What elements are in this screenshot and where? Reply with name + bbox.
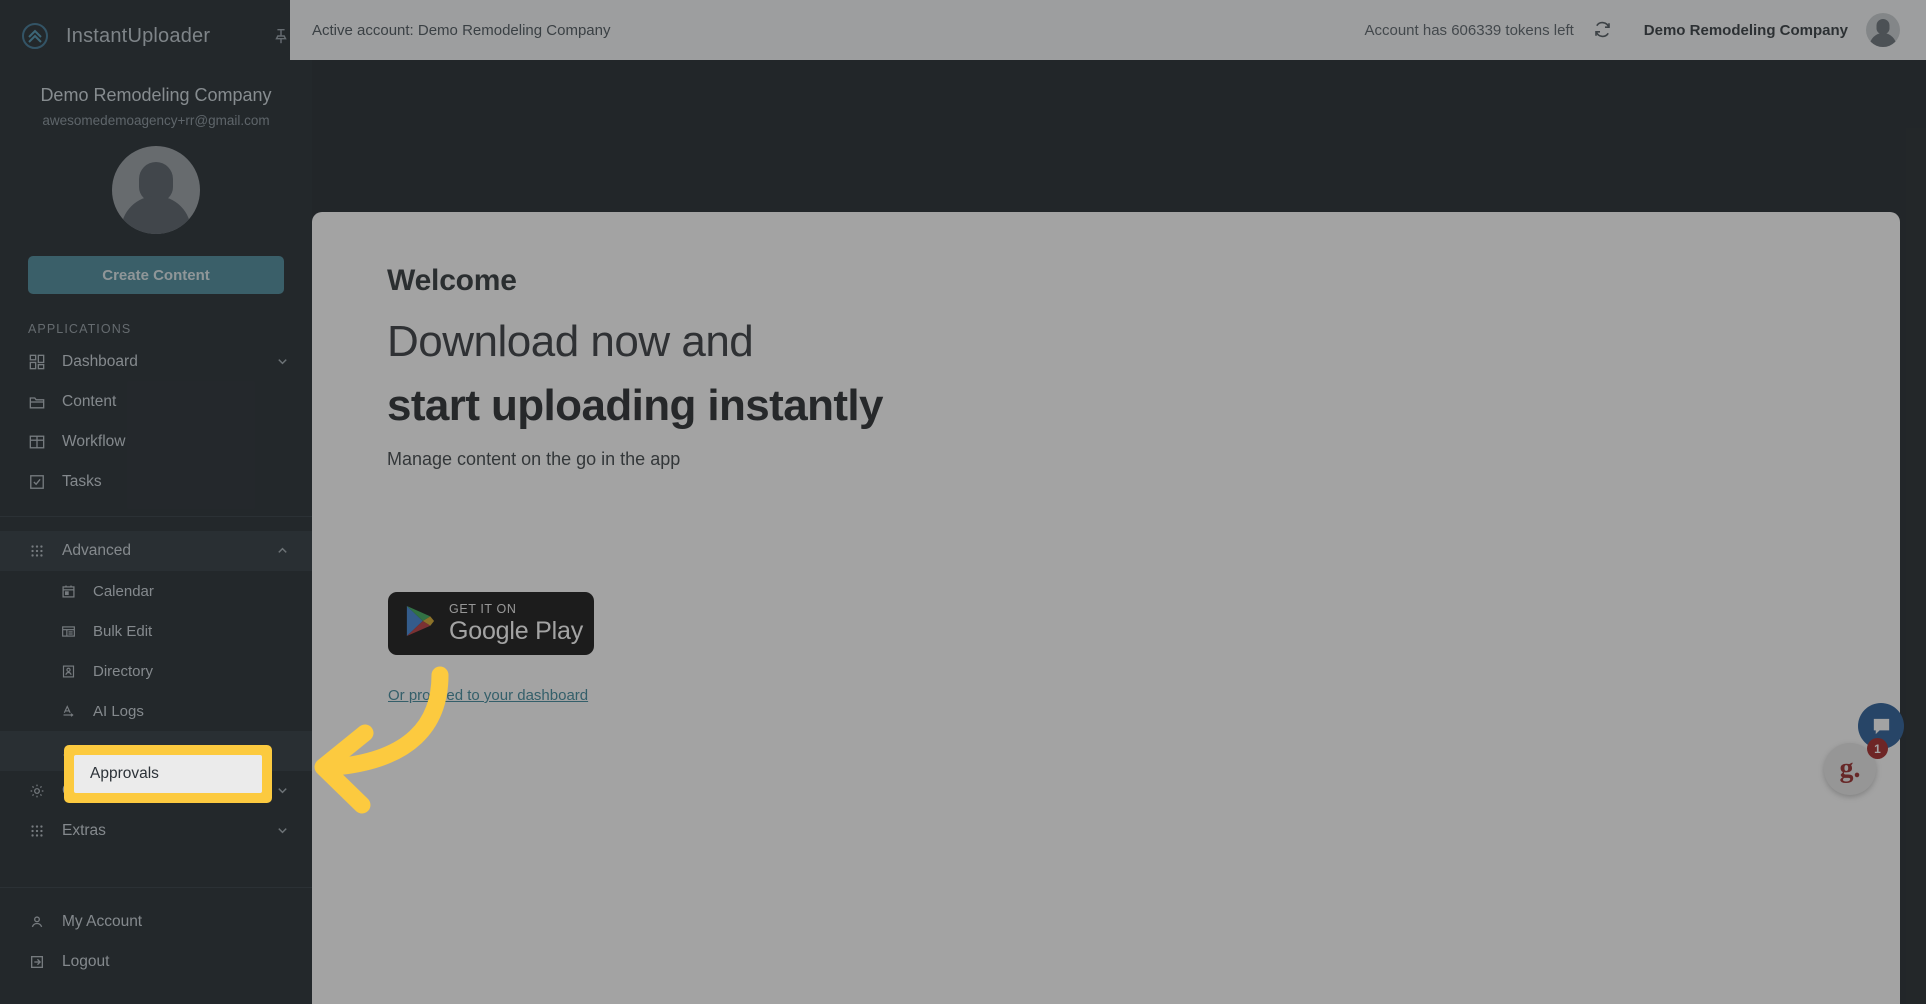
avatar[interactable] [112,146,200,234]
sidebar-item-label: Tasks [62,473,102,490]
sidebar-item-label: Calendar [93,582,154,600]
sidebar-account: Demo Remodeling Company awesomedemoagenc… [0,72,312,132]
list-table-icon [60,623,77,640]
folder-icon [28,393,46,411]
brand-name: InstantUploader [66,24,211,47]
app-root: InstantUploader Demo Remodeling Company … [0,0,1926,1004]
sidebar-item-label: Content [62,393,117,410]
contact-card-icon [60,663,77,680]
sidebar-header: InstantUploader [0,0,312,72]
sidebar-item-label: My Account [62,913,143,930]
chevron-up-icon [276,544,290,558]
table-icon [28,433,46,451]
header-avatar[interactable] [1866,13,1900,47]
g-widget-label: g. [1839,753,1861,784]
avatar-body [121,196,191,234]
google-play-big-label: Google Play [449,616,583,645]
header-right-group: Account has 606339 tokens left Demo Remo… [1364,13,1900,47]
sidebar-item-directory[interactable]: Directory [0,651,312,691]
google-play-text: GET IT ON Google Play [449,603,583,644]
sidebar-item-extras[interactable]: Extras [0,811,312,851]
person-icon [28,913,46,931]
chevron-down-icon [276,784,290,798]
account-email: awesomedemoagency+rr@gmail.com [42,113,270,128]
sidebar-item-label: AI Logs [93,702,144,720]
refresh-icon[interactable] [1592,19,1614,41]
sidebar-item-label: Extras [62,822,106,839]
page-title: Welcome [387,264,517,297]
logout-arrow-icon [28,953,46,971]
curved-left-arrow-annotation [290,655,550,825]
sidebar-item-label: Bulk Edit [93,622,153,640]
sidebar-item-logout[interactable]: Logout [0,942,312,982]
avatar-head [1876,19,1890,34]
google-play-triangle-icon [405,604,435,643]
calendar-icon [60,583,77,600]
active-account-label: Active account: Demo Remodeling Company [312,21,611,39]
header-account-name[interactable]: Demo Remodeling Company [1644,22,1848,39]
sidebar-item-label: Advanced [62,542,131,559]
approvals-highlight-label[interactable]: Approvals [74,755,262,793]
sidebar-item-content[interactable]: Content [0,382,312,422]
sidebar-item-label: Directory [93,662,154,680]
sidebar-item-dashboard[interactable]: Dashboard [0,342,312,382]
chevron-down-icon [276,355,290,369]
sidebar-item-ai-logs[interactable]: AI Logs [0,691,312,731]
headline-bold: start uploading instantly [387,381,884,431]
sidebar-item-advanced[interactable]: Advanced [0,531,312,571]
apps-dots-icon [28,542,46,560]
google-play-badge-button[interactable]: GET IT ON Google Play [388,592,594,655]
sidebar-item-bulk-edit[interactable]: Bulk Edit [0,611,312,651]
chevrons-up-circle-icon [18,19,52,53]
avatar-body [1869,33,1897,47]
avatar-wrapper [0,146,312,234]
approvals-highlight-box: Approvals [64,745,272,803]
account-name: Demo Remodeling Company [40,85,272,105]
google-play-small-label: GET IT ON [449,602,517,617]
sidebar-item-label: Dashboard [62,353,138,370]
text-format-icon [60,703,77,720]
create-content-button[interactable]: Create Content [28,256,284,294]
apps-dots-icon [28,822,46,840]
notification-badge: 1 [1867,738,1888,759]
applications-section-label: APPLICATIONS [28,322,132,336]
top-header: Active account: Demo Remodeling Company … [290,0,1926,60]
sidebar-item-label: Logout [62,953,110,970]
token-count-label: Account has 606339 tokens left [1364,21,1574,39]
sidebar-item-calendar[interactable]: Calendar [0,571,312,611]
sidebar-divider [0,516,312,517]
dashboard-grid-icon [28,353,46,371]
welcome-block: Welcome Download now and start uploading… [387,264,884,470]
gear-icon [28,782,46,800]
sidebar-item-my-account[interactable]: My Account [0,902,312,942]
chevron-down-icon [276,824,290,838]
sidebar-item-tasks[interactable]: Tasks [0,462,312,502]
sidebar-item-workflow[interactable]: Workflow [0,422,312,462]
checkbox-icon [28,473,46,491]
headline-light: Download now and [387,317,754,366]
sidebar-divider-bottom [0,887,312,888]
sidebar-item-label: Workflow [62,433,126,450]
headline-subtext: Manage content on the go in the app [387,448,681,469]
sidebar: InstantUploader Demo Remodeling Company … [0,0,312,1004]
sidebar-footer: My Account Logout [0,873,312,1004]
